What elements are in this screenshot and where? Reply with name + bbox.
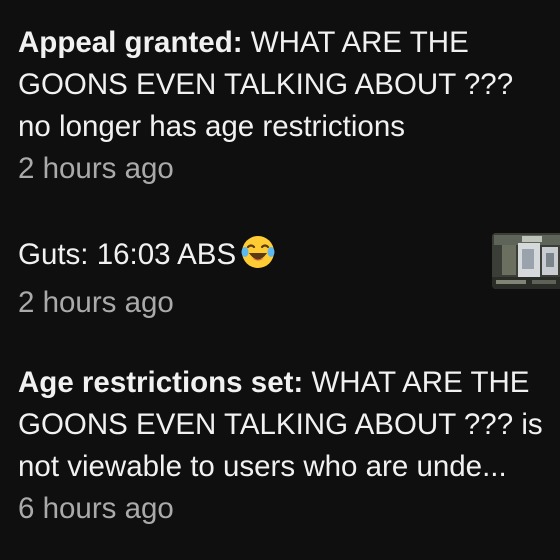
notification-label: Guts: <box>18 238 89 271</box>
notification-line: not viewable to users who are unde... <box>18 450 507 483</box>
notification-timestamp: 6 hours ago <box>18 492 174 525</box>
notification-label: Appeal granted: <box>18 26 243 59</box>
face-with-tears-of-joy-icon <box>240 234 276 282</box>
video-thumbnail[interactable] <box>492 233 560 289</box>
notification-line: no longer has age restrictions <box>18 110 406 143</box>
notification-text: Appeal granted: WHAT ARE THE GOONS EVEN … <box>18 22 558 148</box>
notification-line: WHAT ARE THE <box>303 366 530 399</box>
notification-line: GOONS EVEN TALKING ABOUT ??? is <box>18 408 543 441</box>
notification-label: Age restrictions set: <box>18 366 304 399</box>
notification-text: Age restrictions set: WHAT ARE THE GOONS… <box>18 362 560 488</box>
notification-timestamp: 2 hours ago <box>18 152 174 185</box>
notification-timestamp: 2 hours ago <box>18 286 174 319</box>
notification-line: WHAT ARE THE <box>242 26 469 59</box>
notification-text: Guts: 16:03 ABS <box>18 234 478 282</box>
notification-line: GOONS EVEN TALKING ABOUT ??? <box>18 68 514 101</box>
notification-line: 16:03 ABS <box>88 238 237 271</box>
notification-item[interactable]: Appeal granted: WHAT ARE THE GOONS EVEN … <box>18 22 558 190</box>
notification-item[interactable]: Guts: 16:03 ABS 2 hours ago <box>18 234 478 324</box>
notification-item[interactable]: Age restrictions set: WHAT ARE THE GOONS… <box>18 362 560 530</box>
